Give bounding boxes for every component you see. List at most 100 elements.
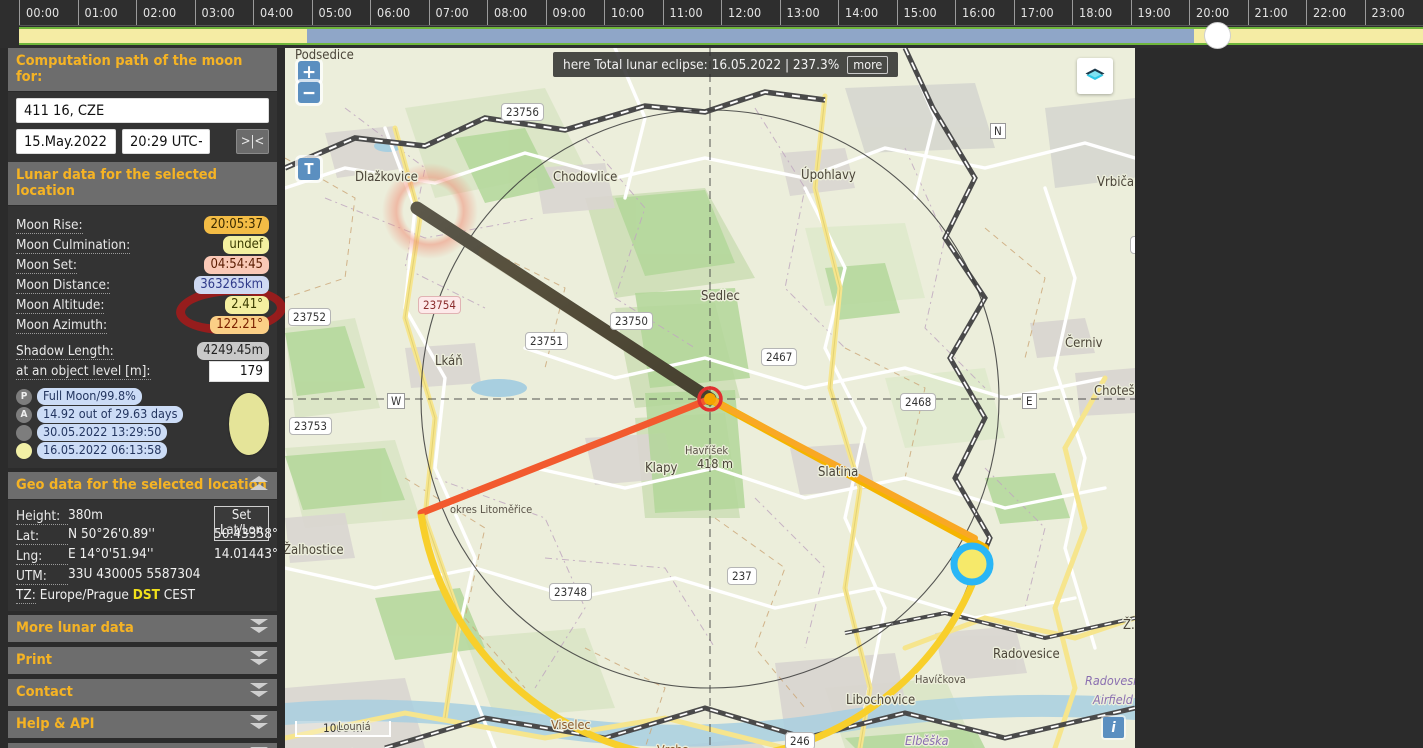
timeline-hour-8: 08:00 bbox=[487, 0, 546, 25]
lunar-label-2: Moon Set: bbox=[16, 257, 77, 274]
lunar-value-3: 363265km bbox=[194, 276, 269, 294]
section-contact[interactable]: Contact bbox=[8, 679, 277, 707]
road-shield-3: 23753 bbox=[289, 417, 332, 435]
lunar-data-table: Moon Rise: 20:05:37 Moon Culmination: undef… bbox=[8, 206, 285, 468]
map-scale-bar: 1000 m bbox=[295, 721, 391, 737]
moon-phase-block: P Full Moon/99.8% A 14.92 out of 29.63 days… bbox=[16, 388, 269, 460]
timeline-time-handle[interactable] bbox=[1203, 22, 1231, 49]
timeline-hour-1: 01:00 bbox=[77, 0, 137, 25]
road-shield-10: 246 bbox=[785, 732, 815, 748]
timeline-hour-2: 02:00 bbox=[136, 0, 195, 25]
road-shield-0: 23756 bbox=[501, 103, 544, 121]
section-label: Help & API bbox=[16, 716, 95, 732]
lunar-value-5: 122.21° bbox=[210, 316, 269, 334]
geo-data-section-title[interactable]: Geo data for the selected location bbox=[8, 472, 277, 500]
geo-row: Height: 380m Set Lat/Lon bbox=[16, 506, 270, 541]
timezone-name: Europe/Prague bbox=[39, 587, 129, 603]
phase-text-3: 16.05.2022 06:13:58 bbox=[37, 442, 168, 459]
map-info-button[interactable]: i bbox=[1103, 717, 1124, 738]
object-level-input[interactable] bbox=[209, 360, 269, 382]
timeline-moon-up-segment-early bbox=[19, 29, 307, 43]
road-shield-2: 23752 bbox=[288, 308, 331, 326]
timeline-hour-21: 21:00 bbox=[1247, 0, 1307, 25]
section-label: Print bbox=[16, 652, 52, 668]
map-view[interactable]: here Total lunar eclipse: 16.05.2022 | 2… bbox=[285, 48, 1135, 748]
section-label: Contact bbox=[16, 684, 73, 700]
geo-rows: Height: 380m Set Lat/Lon Lat: N 50°26'0.89''… bbox=[16, 506, 278, 586]
phase-marker-icon: P bbox=[16, 388, 32, 405]
computation-inputs: >|< bbox=[8, 92, 277, 162]
eclipse-banner-text: here Total lunar eclipse: 16.05.2022 | 2… bbox=[563, 56, 840, 73]
geo-decimal-2: 14.01443° bbox=[214, 546, 279, 562]
cardinal-E: E bbox=[1022, 393, 1037, 409]
timeline-hour-10: 10:00 bbox=[604, 0, 663, 25]
timeline-hour-3: 03:00 bbox=[194, 0, 254, 25]
zoom-in-button[interactable]: + bbox=[298, 61, 320, 83]
object-level-row: at an object level [m]: bbox=[16, 360, 269, 382]
phase-marker-icon: A bbox=[16, 406, 32, 423]
phase-marker-icon bbox=[16, 442, 32, 459]
section-label: More lunar data bbox=[16, 620, 134, 636]
zoom-out-button[interactable]: − bbox=[298, 82, 320, 104]
lunar-data-section-title: Lunar data for the selected location bbox=[8, 162, 277, 206]
lunar-label-5: Moon Azimuth: bbox=[16, 317, 108, 334]
road-shield-1: 23754 bbox=[418, 296, 461, 314]
geo-label-3: UTM: bbox=[16, 568, 68, 585]
lunar-label-6: Shadow Length: bbox=[16, 343, 114, 360]
section-print[interactable]: Print bbox=[8, 647, 277, 675]
date-input[interactable] bbox=[16, 129, 116, 154]
phase-text-2: 30.05.2022 13:29:50 bbox=[37, 424, 168, 441]
road-shield-4: 23751 bbox=[525, 332, 568, 350]
timeline-hour-5: 05:00 bbox=[311, 0, 371, 25]
lunar-row: Moon Rise: 20:05:37 bbox=[16, 215, 269, 235]
object-level-label: at an object level [m]: bbox=[16, 363, 151, 380]
map-graphics bbox=[285, 48, 1135, 748]
geo-value-0: 380m bbox=[68, 507, 104, 523]
moon-phase-row: 16.05.2022 06:13:58 bbox=[16, 442, 183, 459]
phase-text-0: Full Moon/99.8% bbox=[37, 388, 142, 405]
lunar-value-4: 2.41° bbox=[225, 296, 269, 314]
lunar-label-4: Moon Altitude: bbox=[16, 297, 105, 314]
eclipse-more-button[interactable]: more bbox=[847, 55, 889, 74]
lunar-row: Moon Altitude: 2.41° bbox=[16, 295, 269, 315]
road-shield-11: 2… bbox=[1130, 236, 1135, 254]
timeline-hour-4: 04:00 bbox=[253, 0, 312, 25]
moon-disc-graphic bbox=[229, 393, 269, 455]
computation-section-title: Computation path of the moon for: bbox=[8, 48, 277, 92]
lunar-label-3: Moon Distance: bbox=[16, 277, 111, 294]
section-more-lunar-data[interactable]: More lunar data bbox=[8, 615, 277, 643]
chevron-down-icon bbox=[249, 715, 269, 733]
road-shield-8: 23748 bbox=[549, 583, 592, 601]
timeline-hour-15: 15:00 bbox=[896, 0, 956, 25]
section-help-api[interactable]: Help & API bbox=[8, 711, 277, 739]
phase-marker-icon bbox=[16, 424, 32, 441]
lunar-rows: Moon Rise: 20:05:37 Moon Culmination: undef… bbox=[16, 215, 269, 361]
location-input[interactable] bbox=[16, 98, 269, 123]
timeline-hour-6: 06:00 bbox=[370, 0, 429, 25]
left-sidebar: Computation path of the moon for: >|< Lu… bbox=[0, 48, 285, 748]
timeline-hour-19: 19:00 bbox=[1130, 0, 1190, 25]
chevron-down-icon bbox=[249, 683, 269, 701]
timeline-bar[interactable]: 00:00 01:00 02:00 03:00 04:00 05:00 06:00 07:00… bbox=[0, 0, 1423, 49]
map-layers-button[interactable] bbox=[1077, 58, 1113, 94]
timeline-hour-18: 18:00 bbox=[1072, 0, 1131, 25]
eclipse-banner: here Total lunar eclipse: 16.05.2022 | 2… bbox=[553, 52, 899, 77]
step-time-button[interactable]: >|< bbox=[236, 129, 269, 154]
lunar-label-0: Moon Rise: bbox=[16, 217, 83, 234]
lunar-value-2: 04:54:45 bbox=[204, 256, 269, 274]
terrain-toggle-button[interactable]: T bbox=[298, 158, 320, 180]
lunar-row: Moon Set: 04:54:45 bbox=[16, 255, 269, 275]
time-input[interactable] bbox=[122, 129, 210, 154]
section-more-for-sun-planets-satellites[interactable]: More for Sun | Planets | Satellites bbox=[8, 743, 277, 748]
timeline-hour-13: 13:00 bbox=[779, 0, 839, 25]
dst-badge: DST bbox=[132, 587, 160, 603]
geo-label-1: Lat: bbox=[16, 528, 68, 545]
geo-value-3: 33U 430005 5587304 bbox=[68, 566, 201, 582]
geo-row: Lat: N 50°26'0.89'' 50.43358° bbox=[16, 526, 278, 546]
road-shield-5: 23750 bbox=[610, 312, 653, 330]
geo-row: UTM: 33U 430005 5587304 bbox=[16, 566, 269, 586]
chevron-down-icon bbox=[249, 619, 269, 637]
geo-row: Lng: E 14°0'51.94'' 14.01443° bbox=[16, 546, 278, 566]
geo-label-0: Height: bbox=[16, 508, 68, 525]
timeline-hour-0: 00:00 bbox=[19, 0, 78, 25]
